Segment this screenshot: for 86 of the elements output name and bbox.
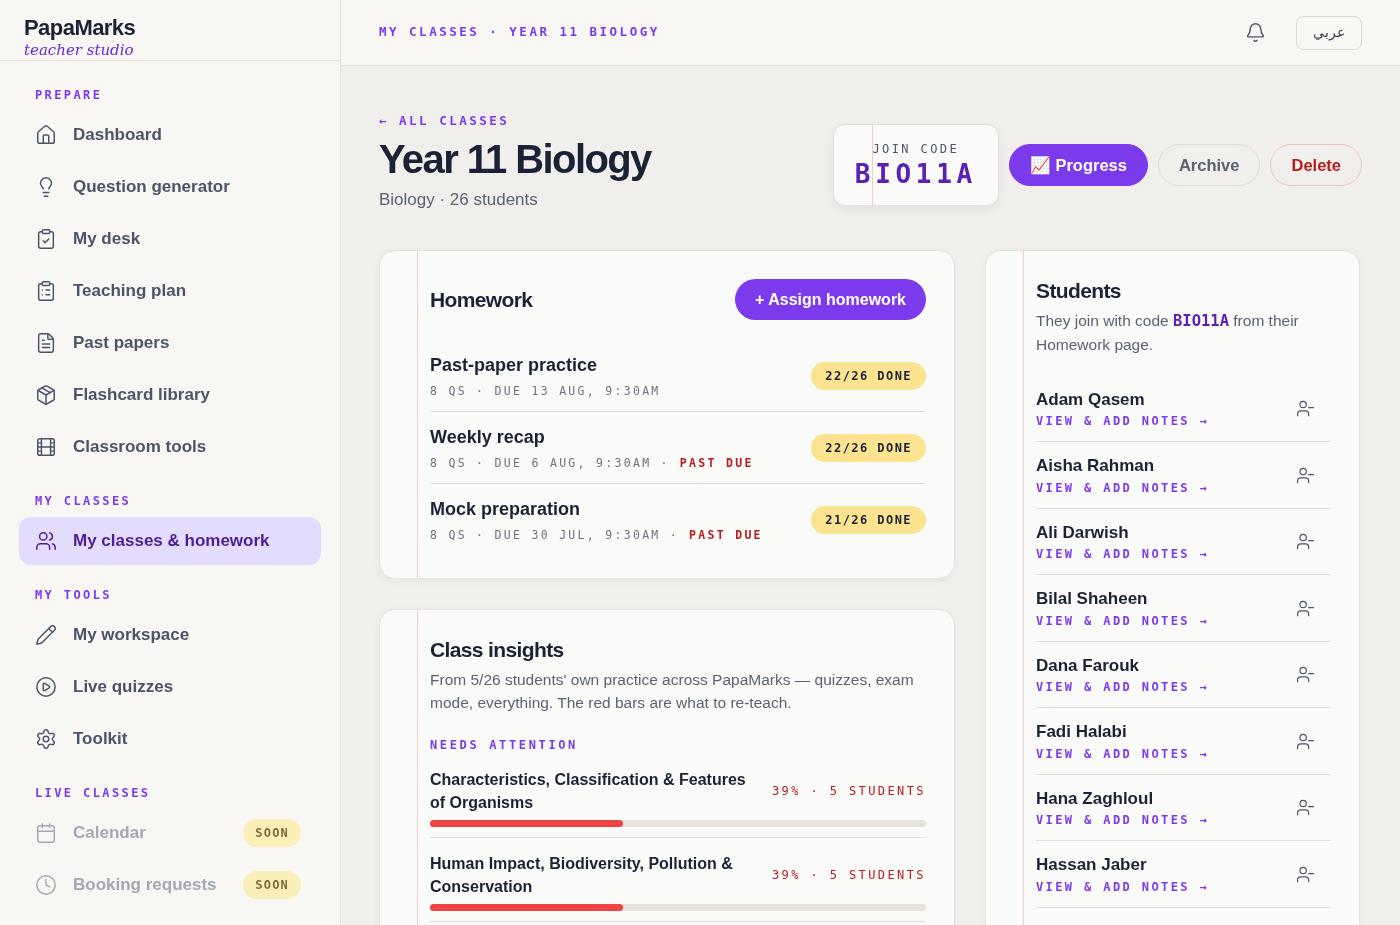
- play-circle-icon: [35, 676, 57, 698]
- settings-icon: [35, 728, 57, 750]
- clipboard-list-icon: [35, 280, 57, 302]
- back-link[interactable]: ← ALL CLASSES: [379, 112, 833, 131]
- brand-name: PapaMarks: [24, 16, 137, 40]
- view-notes-link[interactable]: VIEW & ADD NOTES →: [1036, 678, 1210, 697]
- completion-badge: 22/26 DONE: [811, 361, 926, 390]
- language-button[interactable]: عربي: [1296, 15, 1362, 50]
- homework-title[interactable]: Past-paper practice: [430, 351, 661, 379]
- nav-item[interactable]: Teaching plan: [19, 267, 321, 315]
- nav-item[interactable]: Dashboard: [19, 111, 321, 159]
- section-heading: PREPARE: [34, 87, 104, 104]
- join-code-label: JOIN CODE: [872, 141, 960, 158]
- remove-student-icon[interactable]: [1296, 598, 1315, 618]
- remove-student-icon[interactable]: [1296, 665, 1315, 684]
- card-title: Students: [1036, 278, 1122, 305]
- student-name: Hassan Jaber: [1036, 854, 1148, 877]
- box-icon: [35, 384, 57, 406]
- remove-student-icon[interactable]: [1296, 399, 1315, 418]
- soon-badge: SOON: [243, 871, 301, 899]
- nav-item[interactable]: Question generator: [19, 163, 321, 211]
- topic-stat: 39% · 5 STUDENTS: [772, 866, 926, 884]
- pencil-icon: [35, 624, 57, 646]
- student-name: Hana Zaghloul: [1036, 787, 1155, 810]
- homework-meta: 8 QS · DUE 6 AUG, 9:30AM ·: [430, 454, 670, 472]
- assign-homework-button[interactable]: + Assign homework: [735, 279, 926, 321]
- brand-tagline: teacher studio: [24, 40, 135, 60]
- clock-icon: [35, 874, 57, 896]
- completion-badge: 21/26 DONE: [811, 506, 926, 535]
- section-heading: MY CLASSES: [34, 493, 133, 510]
- section-heading: MY TOOLS: [34, 587, 113, 604]
- remove-student-icon[interactable]: [1296, 798, 1315, 817]
- home-icon: [35, 124, 57, 146]
- student-name: Aisha Rahman: [1036, 455, 1156, 478]
- view-notes-link[interactable]: VIEW & ADD NOTES →: [1036, 811, 1210, 830]
- past-due-label: PAST DUE: [689, 527, 763, 545]
- nav-item[interactable]: Toolkit: [19, 715, 321, 763]
- nav-item[interactable]: Classroom tools: [19, 423, 321, 471]
- people-icon: [35, 530, 57, 552]
- student-name: Adam Qasem: [1036, 388, 1146, 411]
- remove-student-icon[interactable]: [1296, 532, 1315, 551]
- card-title: Class insights: [430, 637, 565, 664]
- page-title: Year 11 Biology: [379, 135, 653, 183]
- breadcrumb: MY CLASSES · YEAR 11 BIOLOGY: [379, 23, 661, 42]
- homework-title[interactable]: Mock preparation: [430, 496, 763, 524]
- student-name: Fadi Halabi: [1036, 721, 1128, 744]
- view-notes-link[interactable]: VIEW & ADD NOTES →: [1036, 744, 1210, 763]
- topic-stat: 39% · 5 STUDENTS: [772, 782, 926, 800]
- document-icon: [35, 332, 57, 354]
- nav-item[interactable]: My desk: [19, 215, 321, 263]
- student-name: Dana Farouk: [1036, 654, 1140, 677]
- nav-item[interactable]: My classes & homework: [19, 517, 321, 565]
- topic-name: Characteristics, Classification & Features of Organisms: [430, 769, 747, 813]
- remove-student-icon[interactable]: [1296, 465, 1315, 485]
- nav-item[interactable]: Past papers: [19, 319, 321, 367]
- nav-item[interactable]: Live quizzes: [19, 663, 321, 711]
- section-label: NEEDS ATTENTION: [430, 736, 579, 754]
- join-code: BIO11A: [854, 158, 977, 190]
- student-name: Ali Darwish: [1036, 521, 1130, 544]
- film-icon: [35, 436, 57, 458]
- section-heading: LIVE CLASSES: [34, 785, 152, 802]
- class-subtitle: Biology · 26 students: [379, 188, 539, 211]
- homework-meta: 8 QS · DUE 13 AUG, 9:30AM: [430, 382, 661, 400]
- card-title: Homework: [430, 287, 533, 313]
- view-notes-link[interactable]: VIEW & ADD NOTES →: [1036, 877, 1210, 896]
- view-notes-link[interactable]: VIEW & ADD NOTES →: [1036, 412, 1210, 431]
- homework-title[interactable]: Weekly recap: [430, 423, 754, 451]
- notifications-icon[interactable]: [1245, 22, 1266, 43]
- clipboard-check-icon: [35, 228, 57, 250]
- view-notes-link[interactable]: VIEW & ADD NOTES →: [1036, 478, 1210, 497]
- remove-student-icon[interactable]: [1296, 864, 1315, 884]
- student-name: Bilal Shaheen: [1036, 588, 1149, 611]
- remove-student-icon[interactable]: [1296, 731, 1315, 751]
- students-description: They join with code BIO11A from their Homework page.: [1036, 310, 1300, 355]
- completion-badge: 22/26 DONE: [811, 433, 926, 462]
- insights-description: From 5/26 students' own practice across PapaMarks — quizzes, exam mode, everything. The red bars are what to re-teach.: [430, 669, 915, 713]
- nav-item[interactable]: Flashcard library: [19, 371, 321, 419]
- homework-meta: 8 QS · DUE 30 JUL, 9:30AM ·: [430, 527, 680, 545]
- action-button[interactable]: 📈 Progress: [1008, 144, 1148, 186]
- view-notes-link[interactable]: VIEW & ADD NOTES →: [1036, 611, 1210, 630]
- topic-name: Human Impact, Biodiversity, Pollution & Conservation: [430, 853, 734, 897]
- soon-badge: SOON: [243, 819, 301, 847]
- nav-item[interactable]: My workspace: [19, 611, 321, 659]
- view-notes-link[interactable]: VIEW & ADD NOTES →: [1036, 545, 1210, 564]
- past-due-label: PAST DUE: [679, 454, 754, 472]
- calendar-icon: [35, 822, 57, 844]
